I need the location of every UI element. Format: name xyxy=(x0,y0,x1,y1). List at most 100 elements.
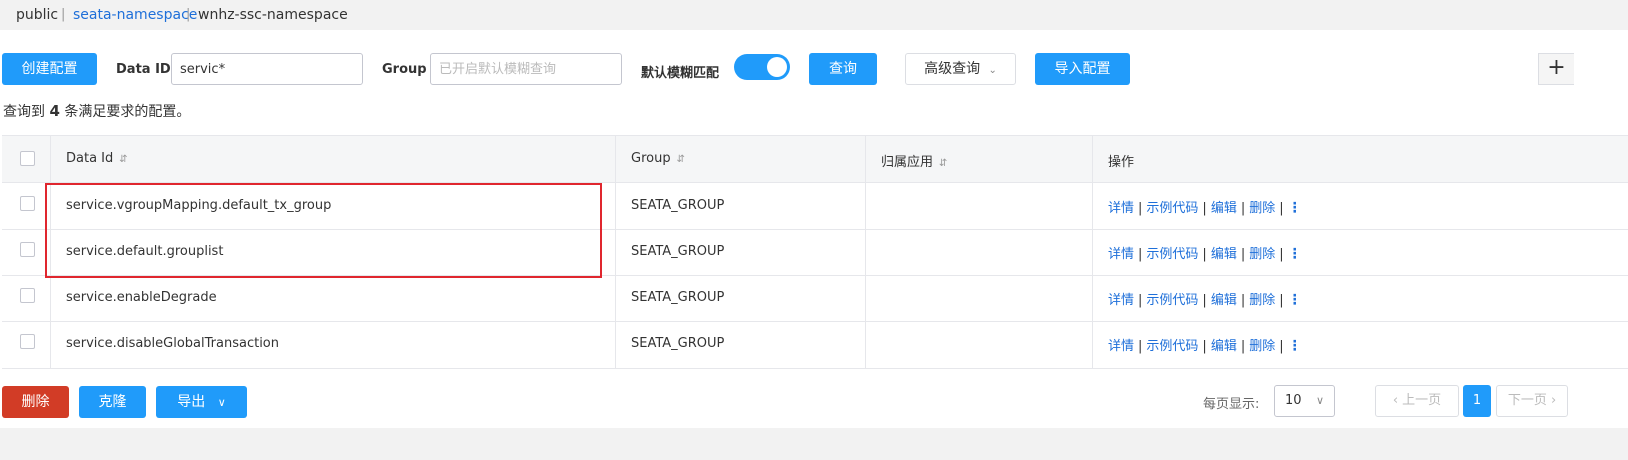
delete-link[interactable]: 删除 xyxy=(1249,339,1275,354)
chevron-down-icon: ⌄ xyxy=(988,65,997,76)
row-checkbox[interactable] xyxy=(20,334,35,349)
detail-link[interactable]: 详情 xyxy=(1108,201,1134,216)
group-label: Group xyxy=(382,62,427,77)
op-separator: | xyxy=(1279,247,1284,262)
namespace-seata[interactable]: seata-namespace xyxy=(73,7,197,23)
current-page[interactable]: 1 xyxy=(1463,385,1491,417)
fuzzy-match-toggle[interactable] xyxy=(734,54,790,80)
namespace-wnhz-ssc[interactable]: wnhz-ssc-namespace xyxy=(198,7,348,23)
column-header-actions: 操作 xyxy=(1108,155,1135,170)
op-separator: | xyxy=(1240,293,1246,308)
chevron-left-icon: ‹ xyxy=(1392,393,1399,408)
page-size-select[interactable]: 10 ∨ xyxy=(1274,385,1335,417)
delete-link[interactable]: 删除 xyxy=(1249,293,1275,308)
result-summary: 查询到 4 条满足要求的配置。 xyxy=(3,101,190,121)
namespace-public[interactable]: public xyxy=(16,7,58,23)
column-header-dataid[interactable]: Data Id ⇵ xyxy=(66,151,128,166)
export-label: 导出 xyxy=(177,394,206,410)
detail-link[interactable]: 详情 xyxy=(1108,293,1134,308)
detail-link[interactable]: 详情 xyxy=(1108,339,1134,354)
export-button[interactable]: 导出 ∨ xyxy=(156,386,247,418)
clone-button[interactable]: 克隆 xyxy=(79,386,146,418)
sort-icon: ⇵ xyxy=(676,154,685,165)
page-size-label: 每页显示: xyxy=(1203,397,1260,412)
op-separator: | xyxy=(1279,201,1284,216)
summary-prefix: 查询到 xyxy=(3,104,45,120)
more-icon[interactable]: ⋮ xyxy=(1288,246,1302,262)
create-config-button[interactable]: 创建配置 xyxy=(2,53,97,85)
next-page-button[interactable]: 下一页 › xyxy=(1496,385,1568,417)
sample-code-link[interactable]: 示例代码 xyxy=(1146,339,1198,354)
detail-link[interactable]: 详情 xyxy=(1108,247,1134,262)
advanced-query-label: 高级查询 xyxy=(924,61,981,77)
page-size-value: 10 xyxy=(1285,393,1302,408)
edit-link[interactable]: 编辑 xyxy=(1211,293,1237,308)
op-separator: | xyxy=(1138,293,1143,308)
fuzzy-match-label: 默认模糊匹配 xyxy=(641,66,720,81)
group-input[interactable] xyxy=(430,53,622,85)
chevron-down-icon: ∨ xyxy=(1315,394,1324,407)
advanced-query-button[interactable]: 高级查询 ⌄ xyxy=(905,53,1016,85)
dataid-label: Data ID xyxy=(116,62,171,77)
batch-delete-button[interactable]: 删除 xyxy=(2,386,69,418)
column-divider xyxy=(615,136,616,368)
namespace-separator: | xyxy=(61,7,66,22)
delete-link[interactable]: 删除 xyxy=(1249,247,1275,262)
select-all-checkbox[interactable] xyxy=(20,151,35,166)
sample-code-link[interactable]: 示例代码 xyxy=(1146,293,1198,308)
edit-link[interactable]: 编辑 xyxy=(1211,339,1237,354)
summary-count: 4 xyxy=(49,102,60,120)
sample-code-link[interactable]: 示例代码 xyxy=(1146,201,1198,216)
row-actions: 详情 | 示例代码 | 编辑 | 删除 | ⋮ xyxy=(1108,335,1302,354)
op-separator: | xyxy=(1202,293,1207,308)
next-page-label: 下一页 xyxy=(1507,393,1547,408)
op-separator: | xyxy=(1279,293,1284,308)
toggle-knob xyxy=(767,57,787,77)
row-checkbox[interactable] xyxy=(20,196,35,211)
edit-link[interactable]: 编辑 xyxy=(1211,201,1237,216)
column-divider xyxy=(1092,136,1093,368)
edit-link[interactable]: 编辑 xyxy=(1211,247,1237,262)
namespace-separator: | xyxy=(186,7,191,22)
delete-link[interactable]: 删除 xyxy=(1249,201,1275,216)
sample-code-link[interactable]: 示例代码 xyxy=(1146,247,1198,262)
table-row: service.disableGlobalTransaction SEATA_G… xyxy=(2,321,1628,367)
prev-page-button[interactable]: ‹ 上一页 xyxy=(1375,385,1459,417)
highlight-box xyxy=(45,183,602,278)
row-checkbox[interactable] xyxy=(20,288,35,303)
sort-icon: ⇵ xyxy=(939,158,948,169)
more-icon[interactable]: ⋮ xyxy=(1288,200,1302,216)
sort-icon: ⇵ xyxy=(119,154,128,165)
add-icon[interactable]: + xyxy=(1538,53,1574,85)
prev-page-label: 上一页 xyxy=(1402,393,1442,408)
table-header: Data Id ⇵ Group ⇵ 归属应用 ⇵ 操作 xyxy=(2,136,1628,183)
column-label: 归属应用 xyxy=(881,155,934,170)
more-icon[interactable]: ⋮ xyxy=(1288,338,1302,354)
chevron-right-icon: › xyxy=(1550,393,1557,408)
dataid-input[interactable] xyxy=(171,53,363,85)
import-config-button[interactable]: 导入配置 xyxy=(1035,53,1130,85)
cell-group: SEATA_GROUP xyxy=(631,336,725,351)
row-actions: 详情 | 示例代码 | 编辑 | 删除 | ⋮ xyxy=(1108,243,1302,262)
op-separator: | xyxy=(1240,339,1246,354)
column-label: Group xyxy=(631,151,671,166)
table-row: service.enableDegrade SEATA_GROUP 详情 | 示例代… xyxy=(2,275,1628,322)
row-actions: 详情 | 示例代码 | 编辑 | 删除 | ⋮ xyxy=(1108,197,1302,216)
op-separator: | xyxy=(1138,247,1143,262)
column-divider xyxy=(865,136,866,368)
op-separator: | xyxy=(1202,247,1207,262)
chevron-down-icon: ∨ xyxy=(217,396,226,409)
more-icon[interactable]: ⋮ xyxy=(1288,292,1302,308)
op-separator: | xyxy=(1240,247,1246,262)
op-separator: | xyxy=(1138,339,1143,354)
row-actions: 详情 | 示例代码 | 编辑 | 删除 | ⋮ xyxy=(1108,289,1302,308)
op-separator: | xyxy=(1240,201,1246,216)
column-header-group[interactable]: Group ⇵ xyxy=(631,151,685,166)
query-button[interactable]: 查询 xyxy=(809,53,877,85)
column-header-app[interactable]: 归属应用 ⇵ xyxy=(881,151,947,170)
row-checkbox[interactable] xyxy=(20,242,35,257)
cell-dataid: service.disableGlobalTransaction xyxy=(66,336,280,351)
cell-dataid: service.enableDegrade xyxy=(66,290,217,305)
cell-group: SEATA_GROUP xyxy=(631,244,725,259)
cell-group: SEATA_GROUP xyxy=(631,198,725,213)
